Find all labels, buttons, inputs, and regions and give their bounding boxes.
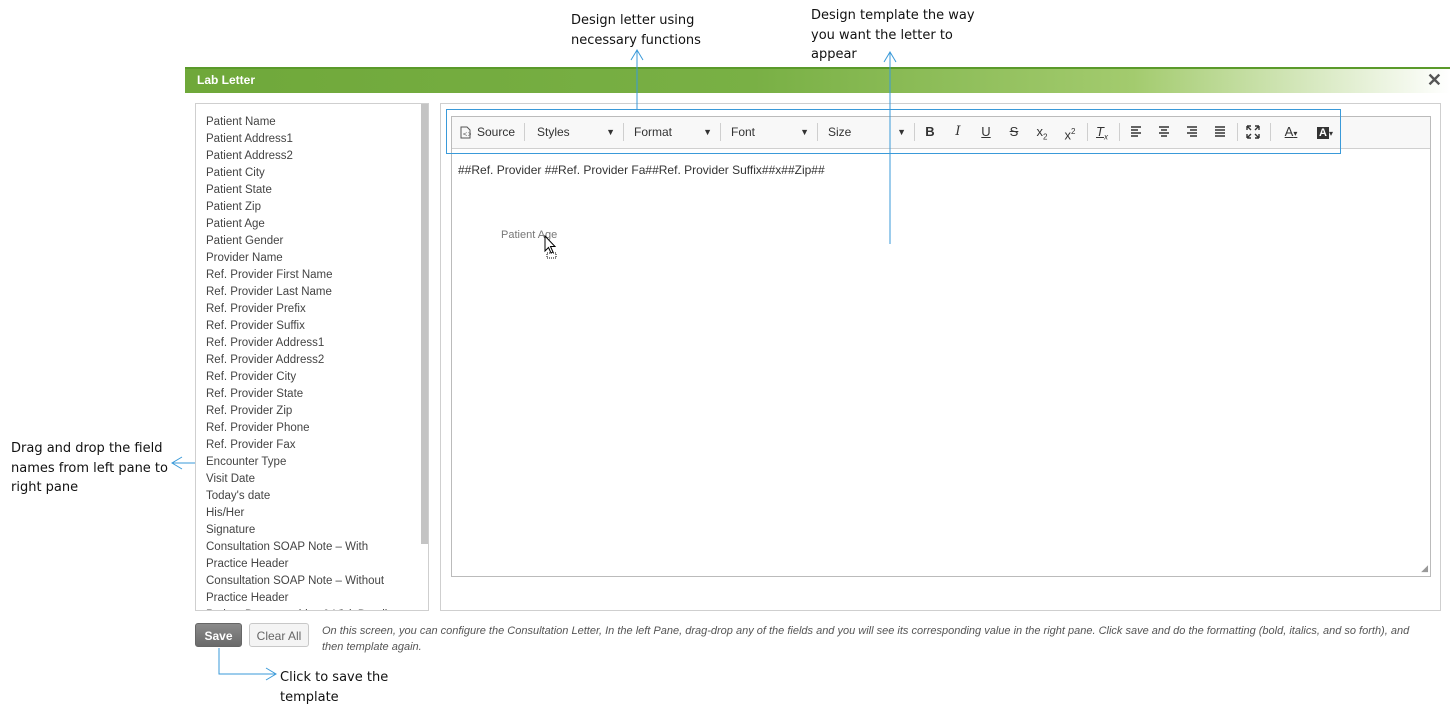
annotation-connectors <box>171 49 897 681</box>
